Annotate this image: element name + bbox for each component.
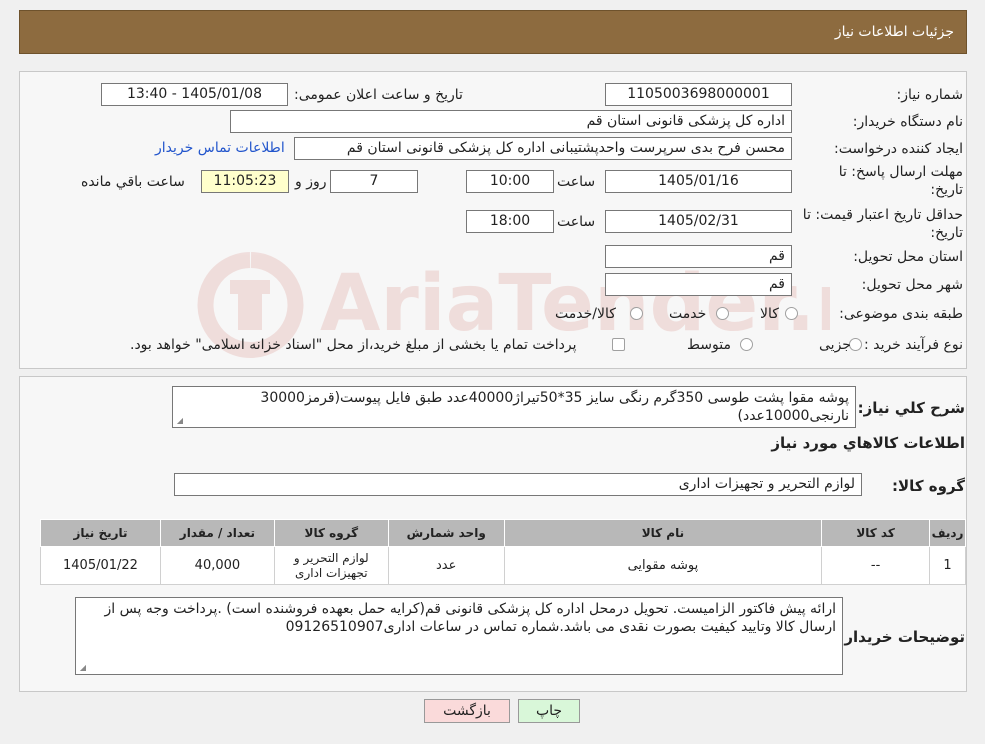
cell-group: لوازم التحرير و تجهيزات اداری [273, 546, 389, 585]
cell-row: 1 [929, 546, 966, 585]
category-goods-radio[interactable] [785, 307, 798, 320]
buyer-contact-link[interactable]: اطلاعات تماس خریدار [155, 140, 285, 156]
process-medium-radio[interactable] [740, 338, 753, 351]
process-label: نوع فرآیند خرید : [864, 337, 963, 353]
goods-group-label: گروه کالا: [892, 477, 965, 495]
col-qty-header: تعداد / مقدار [159, 519, 275, 547]
creator-field: محسن فرح بدی سرپرست واحدپشتیبانی اداره ک… [294, 137, 792, 160]
cell-name: پوشه مقوایی [503, 546, 823, 585]
deadline-label-2: تاریخ: [930, 182, 963, 198]
col-date-header: تاریخ نیاز [40, 519, 161, 547]
col-code-header: کد کالا [821, 519, 931, 547]
validity-time-label: ساعت [557, 214, 596, 230]
treasury-note: پرداخت تمام یا بخشی از مبلغ خرید،از محل … [130, 337, 577, 353]
goods-group-field: لوازم التحرير و تجهيزات اداری [174, 473, 862, 496]
process-minor-label: جزیی [819, 337, 851, 353]
cell-date: 1405/01/22 [40, 546, 161, 585]
description-label: شرح کلي نياز: [857, 399, 965, 417]
resize-handle-icon[interactable]: ◢ [78, 664, 86, 672]
cell-qty: 40,000 [159, 546, 275, 585]
remaining-label: ساعت باقي مانده [81, 174, 185, 190]
deadline-time-field: 10:00 [466, 170, 554, 193]
need-number-label: شماره نیاز: [896, 87, 964, 103]
buyer-notes-label: توضیحات خریدار: [838, 628, 965, 646]
category-service-radio[interactable] [716, 307, 729, 320]
remaining-time-field: 11:05:23 [201, 170, 289, 193]
category-goods-label: کالا [760, 306, 779, 322]
resize-handle-icon[interactable]: ◢ [175, 417, 183, 425]
validity-label-2: تاریخ: [930, 225, 963, 241]
cell-unit: عدد [387, 546, 505, 585]
col-unit-header: واحد شمارش [387, 519, 505, 547]
buyer-notes-text: ارائه پیش فاکتور الزامیست. تحویل درمحل ا… [104, 601, 836, 635]
validity-label: حداقل تاریخ اعتبار قیمت: تا [802, 207, 963, 223]
description-field[interactable]: پوشه مقوا پشت طوسی 350گرم رنگی سایز 35*5… [172, 386, 856, 428]
creator-label: ایجاد کننده درخواست: [834, 141, 963, 157]
col-row-header: ردیف [929, 519, 966, 547]
city-field: قم [605, 273, 792, 296]
col-group-header: گروه کالا [273, 519, 389, 547]
treasury-checkbox[interactable] [612, 338, 625, 351]
deadline-label: مهلت ارسال پاسخ: تا [838, 164, 963, 180]
table-header-row: ردیف کد کالا نام کالا واحد شمارش گروه کا… [40, 519, 966, 547]
buyer-org-field: اداره کل پزشکی قانونی استان قم [230, 110, 792, 133]
category-goods-service-radio[interactable] [630, 307, 643, 320]
days-label: روز و [295, 174, 327, 190]
description-text: پوشه مقوا پشت طوسی 350گرم رنگی سایز 35*5… [260, 390, 849, 424]
deadline-time-label: ساعت [557, 174, 596, 190]
validity-date-field: 1405/02/31 [605, 210, 792, 233]
category-label: طبقه بندی موضوعی: [839, 306, 963, 322]
days-field: 7 [330, 170, 418, 193]
buyer-org-label: نام دستگاه خریدار: [852, 114, 963, 130]
province-field: قم [605, 245, 792, 268]
items-table: ردیف کد کالا نام کالا واحد شمارش گروه کا… [40, 519, 966, 585]
need-number-field: 1105003698000001 [605, 83, 792, 106]
deadline-date-field: 1405/01/16 [605, 170, 792, 193]
category-service-label: خدمت [669, 306, 707, 322]
cell-code: -- [821, 546, 931, 585]
category-goods-service-label: کالا/خدمت [555, 306, 616, 322]
col-name-header: نام کالا [503, 519, 823, 547]
items-section-title: اطلاعات کالاهاي مورد نياز [771, 434, 965, 452]
table-row: 1 -- پوشه مقوایی عدد لوازم التحرير و تجه… [40, 546, 966, 585]
announce-datetime-field: 1405/01/08 - 13:40 [101, 83, 288, 106]
province-label: استان محل تحویل: [853, 249, 963, 265]
validity-time-field: 18:00 [466, 210, 554, 233]
back-button[interactable]: بازگشت [424, 699, 510, 723]
process-medium-label: متوسط [687, 337, 731, 353]
page-header: جزئیات اطلاعات نیاز [19, 10, 967, 54]
buyer-notes-field[interactable]: ارائه پیش فاکتور الزامیست. تحویل درمحل ا… [75, 597, 843, 675]
page-title: جزئیات اطلاعات نیاز [834, 24, 954, 40]
city-label: شهر محل تحویل: [861, 277, 963, 293]
print-button[interactable]: چاپ [518, 699, 580, 723]
announce-label: تاریخ و ساعت اعلان عمومی: [294, 87, 463, 103]
